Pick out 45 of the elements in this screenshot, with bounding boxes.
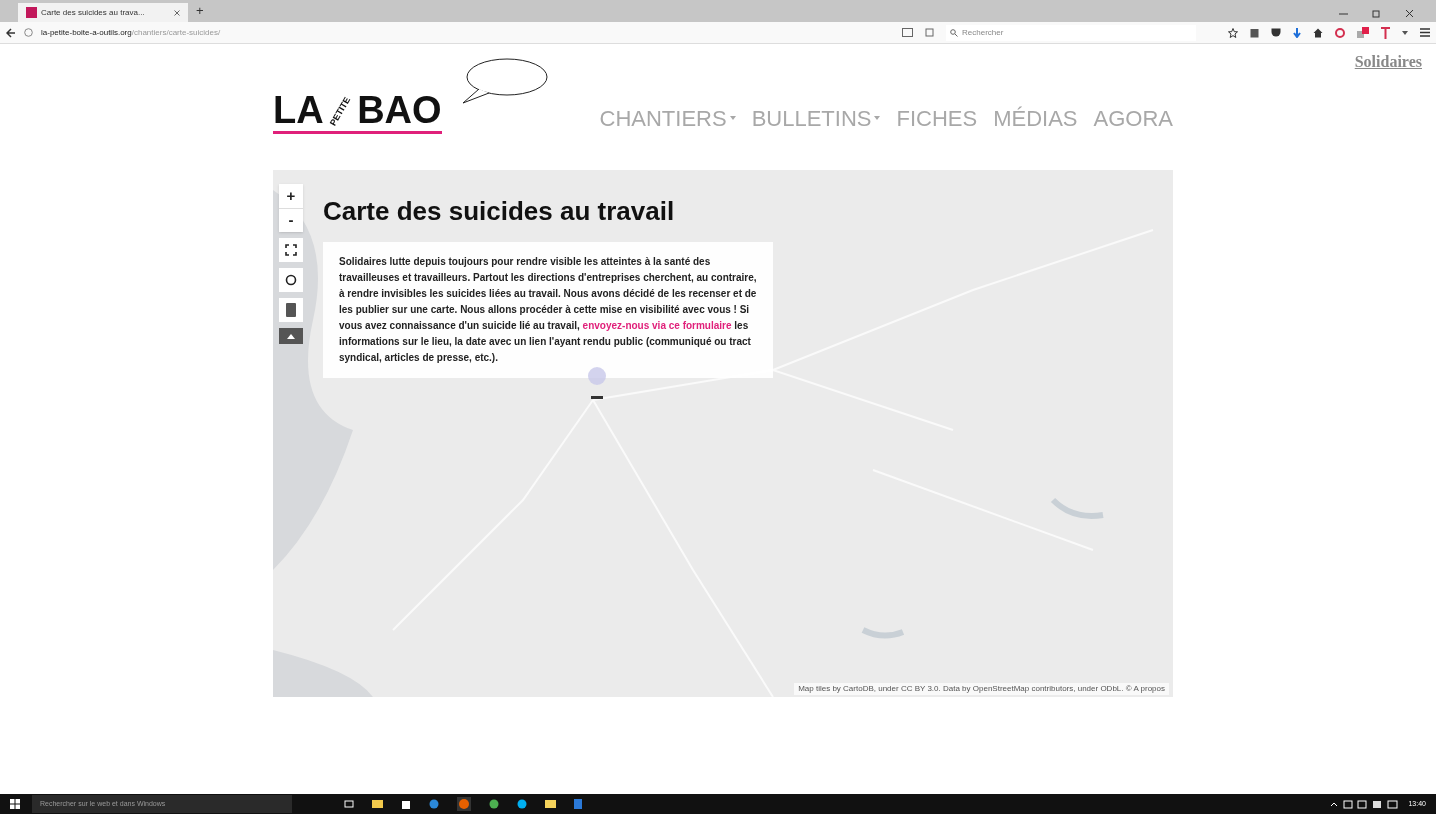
layers-icon	[286, 303, 296, 317]
fullscreen-button[interactable]	[279, 238, 303, 262]
back-arrow-icon[interactable]	[6, 27, 16, 38]
folder-icon[interactable]	[545, 799, 556, 809]
fox-browser-icon[interactable]	[457, 797, 471, 811]
windows-logo-icon[interactable]	[10, 799, 20, 809]
browser-tab[interactable]: Carte des suicides au trava...	[18, 3, 188, 22]
fullscreen-icon	[285, 244, 297, 256]
favicon-icon	[26, 7, 37, 18]
zoom-in-button[interactable]: +	[279, 184, 303, 208]
search-icon	[950, 28, 958, 37]
form-link[interactable]: envoyez-nous via ce formulaire	[582, 320, 732, 331]
folder-icon[interactable]	[372, 799, 383, 809]
menu-icon[interactable]	[1420, 28, 1430, 37]
search-field[interactable]: Rechercher	[946, 24, 1196, 41]
task-view-icon[interactable]	[344, 799, 354, 809]
close-icon[interactable]	[174, 9, 180, 16]
home-icon[interactable]	[1313, 27, 1323, 38]
search-input[interactable]: Rechercher	[962, 26, 1162, 39]
layers-button[interactable]	[279, 298, 303, 322]
new-tab-button[interactable]: +	[196, 0, 204, 20]
reader-view-icon[interactable]	[902, 28, 913, 37]
puzzle-badge-icon[interactable]	[1357, 26, 1369, 39]
collapse-button[interactable]	[279, 328, 303, 344]
partner-logo[interactable]: Solidaires	[1354, 50, 1422, 74]
triangle-up-icon	[287, 333, 295, 339]
location-marker-icon[interactable]	[587, 366, 607, 402]
close-icon[interactable]	[1405, 9, 1414, 18]
circle-logo-icon[interactable]	[1335, 27, 1345, 38]
download-arrow-icon[interactable]	[1293, 27, 1301, 38]
info-icon[interactable]	[24, 28, 33, 37]
star-icon[interactable]	[1228, 27, 1238, 38]
tab-title: Carte des suicides au trava...	[41, 6, 145, 19]
zoom-out-button[interactable]: -	[279, 208, 303, 232]
caret-icon[interactable]	[1402, 30, 1408, 35]
url-text[interactable]: la-petite-boite-a-outils.org/chantiers/carte-suicides/	[41, 26, 221, 39]
reload-icon[interactable]	[925, 28, 934, 37]
map-title: Carte des suicides au travail	[323, 195, 675, 228]
tray-icons-drawing	[1330, 799, 1401, 809]
intro-paragraph: Solidaires lutte depuis toujours pour rendre visible les atteintes à la santé des travailleuses et travailleurs. Partout les directions d'entreprises cherchent, au contraire, à rendre invisibles les suicides liées au travail. Nous avons décidé de les recenser et de les publier sur une carte. Nous allons procéder à cette mise en visibilité avec vous ! Si vous avez connaissance d'un suicide lié au travail, envoyez-nous via ce formulaire les informations sur le lieu, la date avec un lien l'ayant rendu public (communiqué ou tract syndical, articles de presse, etc.).	[339, 255, 757, 365]
restore-icon[interactable]	[1372, 9, 1381, 18]
locate-button[interactable]	[279, 268, 303, 292]
map-attribution: Map tiles by CartoDB, under CC BY 3.0. Data by OpenStreetMap contributors, under ODbL. © A propos	[794, 683, 1169, 695]
locate-icon	[285, 274, 297, 286]
pocket-icon[interactable]	[1271, 28, 1281, 37]
